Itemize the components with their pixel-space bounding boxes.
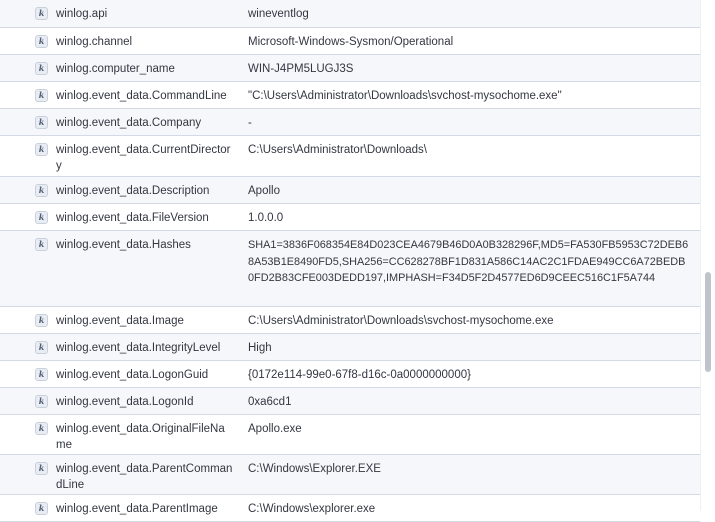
field-name: winlog.event_data.Hashes [56,239,191,251]
keyword-type-icon: k [35,341,48,354]
field-value: Apollo [248,185,280,197]
field-value: {0172e114-99e0-67f8-d16c-0a0000000000} [248,369,471,381]
field-value: "C:\Users\Administrator\Downloads\svchos… [248,90,562,102]
keyword-type-icon: k [35,395,48,408]
field-value: C:\Users\Administrator\Downloads\svchost… [248,315,554,327]
field-name: winlog.event_data.LogonId [56,396,194,408]
document-fields-table: k winlog.api wineventlog k winlog.channel … [0,0,700,522]
field-value: wineventlog [248,8,309,20]
field-name: winlog.event_data.Image [56,315,184,327]
table-row[interactable]: k winlog.event_data.IntegrityLevel High [0,334,700,361]
field-value: C:\Users\Administrator\Downloads\ [248,144,427,156]
keyword-type-icon: k [35,314,48,327]
table-row[interactable]: k winlog.event_data.CurrentDirectory C:\U… [0,136,700,177]
table-row[interactable]: k winlog.event_data.OriginalFileName Apol… [0,415,700,455]
keyword-type-icon: k [35,89,48,102]
table-row[interactable]: k winlog.event_data.Company - [0,109,700,136]
field-name: winlog.event_data.CommandLine [56,90,227,102]
field-name: winlog.event_data.FileVersion [56,212,209,224]
keyword-type-icon: k [35,62,48,75]
table-row[interactable]: k winlog.event_data.Image C:\Users\Admini… [0,307,700,334]
keyword-type-icon: k [35,35,48,48]
field-value: 1.0.0.0 [248,212,284,224]
table-row[interactable]: k winlog.event_data.ParentImage C:\Window… [0,495,700,522]
field-value: - [248,117,252,129]
field-value: High [248,342,272,354]
field-name: winlog.event_data.IntegrityLevel [56,342,221,354]
keyword-type-icon: k [35,368,48,381]
field-value: WIN-J4PM5LUGJ3S [248,63,354,75]
field-name: winlog.computer_name [56,63,175,75]
table-row[interactable]: k winlog.event_data.Description Apollo [0,177,700,204]
field-value: Apollo.exe [248,423,302,435]
table-row[interactable]: k winlog.event_data.FileVersion 1.0.0.0 [0,204,700,231]
table-row[interactable]: k winlog.computer_name WIN-J4PM5LUGJ3S [0,55,700,82]
field-name: winlog.event_data.ParentImage [56,503,218,515]
keyword-type-icon: k [35,143,48,156]
table-row[interactable]: k winlog.channel Microsoft-Windows-Sysmon… [0,28,700,55]
keyword-type-icon: k [35,502,48,515]
table-row[interactable]: k winlog.event_data.LogonId 0xa6cd1 [0,388,700,415]
table-row[interactable]: k winlog.event_data.LogonGuid {0172e114-9… [0,361,700,388]
keyword-type-icon: k [35,422,48,435]
field-name: winlog.event_data.Description [56,185,210,197]
keyword-type-icon: k [35,184,48,197]
field-name: winlog.event_data.ParentCommandLine [56,463,233,491]
field-name: winlog.event_data.Company [56,117,202,129]
field-name: winlog.channel [56,36,133,48]
table-row[interactable]: k winlog.event_data.ParentCommandLine C:\… [0,455,700,495]
field-value: 0xa6cd1 [248,396,292,408]
field-value: Microsoft-Windows-Sysmon/Operational [248,36,454,48]
field-name: winlog.api [56,8,108,20]
keyword-type-icon: k [35,462,48,475]
field-name: winlog.event_data.LogonGuid [56,369,209,381]
keyword-type-icon: k [35,116,48,129]
field-value: C:\Windows\explorer.exe [248,503,376,515]
keyword-type-icon: k [35,211,48,224]
scrollbar-thumb[interactable] [705,272,711,372]
field-name: winlog.event_data.OriginalFileName [56,423,225,451]
field-value: SHA1=3836F068354E84D023CEA4679B46D0A0B32… [248,239,689,284]
field-value: C:\Windows\Explorer.EXE [248,463,381,475]
vertical-scrollbar[interactable] [700,0,715,511]
keyword-type-icon: k [35,7,48,20]
keyword-type-icon: k [35,238,48,251]
table-row[interactable]: k winlog.event_data.CommandLine "C:\Users… [0,82,700,109]
field-name: winlog.event_data.CurrentDirectory [56,144,231,172]
table-row[interactable]: k winlog.event_data.Hashes SHA1=3836F0683… [0,231,700,307]
table-row[interactable]: k winlog.api wineventlog [0,0,700,28]
